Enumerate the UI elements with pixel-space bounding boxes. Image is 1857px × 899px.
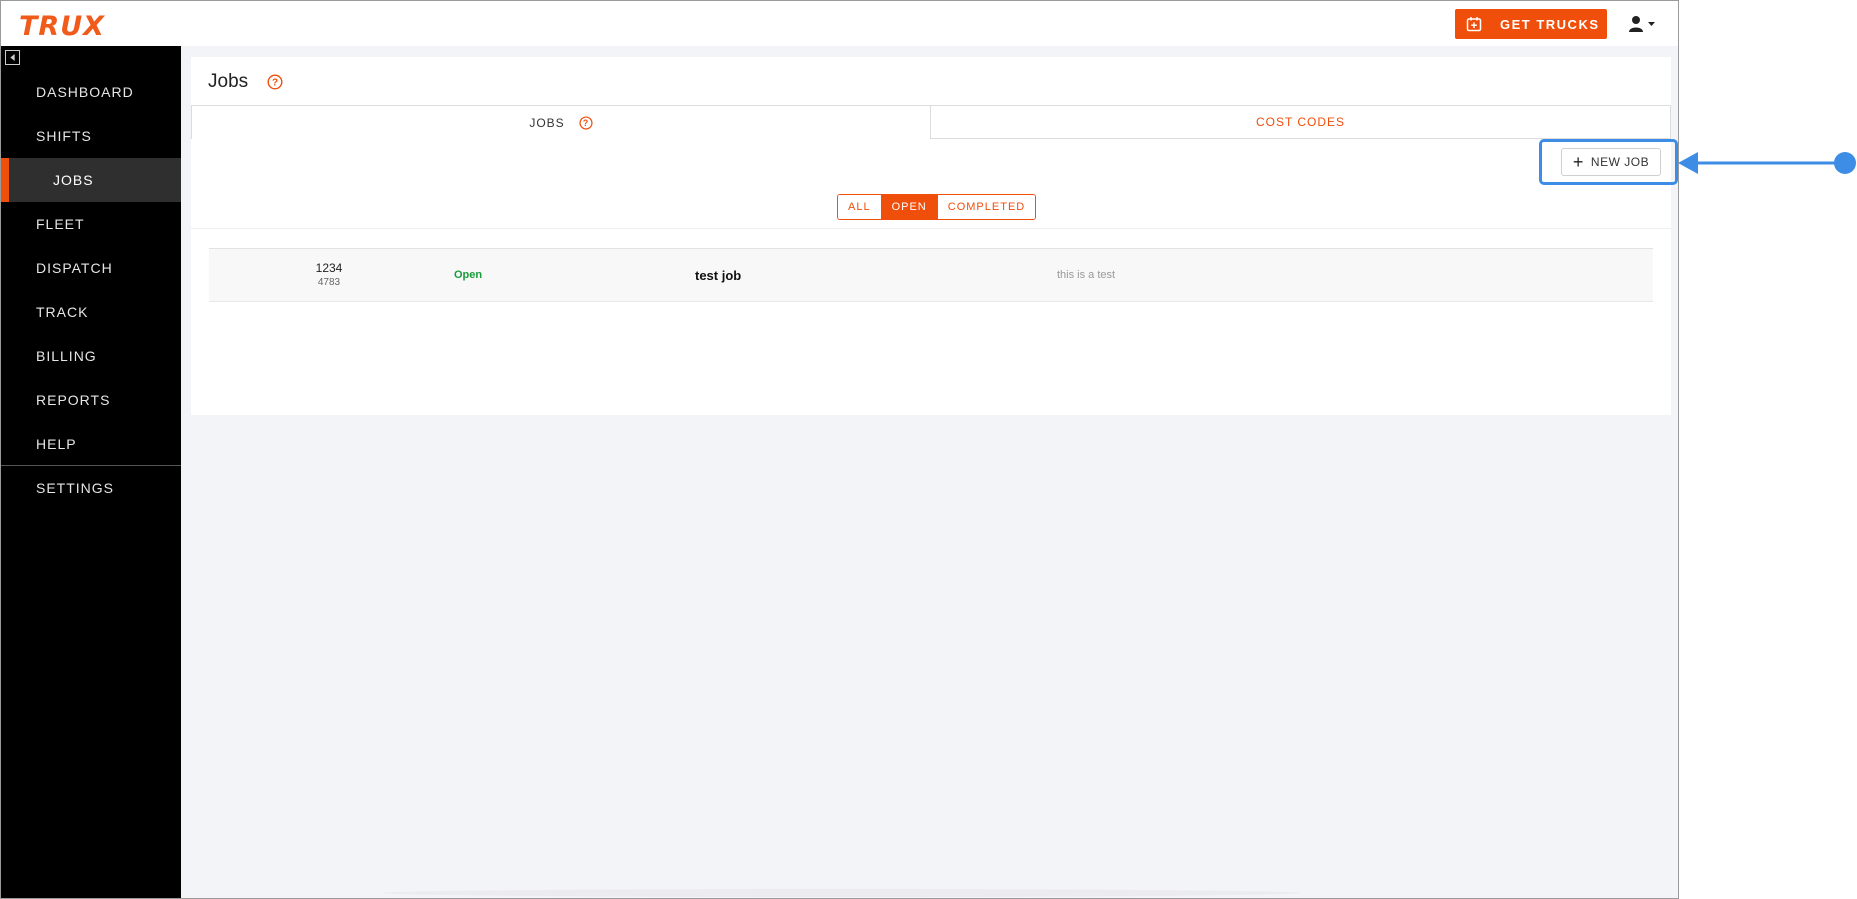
svg-text:?: ?: [583, 118, 589, 128]
calendar-plus-icon: [1466, 17, 1482, 32]
sidebar-item-label: JOBS: [53, 172, 94, 188]
job-description: this is a test: [1057, 269, 1116, 281]
help-question-icon[interactable]: ?: [579, 115, 593, 130]
sidebar-item-help[interactable]: HELP: [1, 422, 181, 466]
status-badge: Open: [454, 269, 483, 281]
job-number: 1234: [315, 261, 343, 275]
table-row[interactable]: 1234 4783 Open test job this is a test: [209, 248, 1653, 302]
tab-cost-codes-label: COST CODES: [1255, 115, 1346, 129]
sidebar-item-reports[interactable]: REPORTS: [1, 378, 181, 422]
sidebar: DASHBOARD SHIFTS JOBS FLEET DISPATCH TRA…: [1, 46, 181, 898]
sidebar-item-label: HELP: [36, 436, 77, 452]
user-menu-icon[interactable]: [1628, 15, 1660, 33]
sidebar-item-track[interactable]: TRACK: [1, 290, 181, 334]
sidebar-item-settings[interactable]: SETTINGS: [1, 466, 181, 510]
sidebar-item-label: BILLING: [36, 348, 97, 364]
filter-completed[interactable]: COMPLETED: [936, 195, 1036, 219]
sidebar-item-dispatch[interactable]: DISPATCH: [1, 246, 181, 290]
tab-jobs-label: JOBS: [529, 115, 565, 130]
get-trucks-label: GET TRUCKS: [1500, 16, 1600, 32]
job-sub-number: 4783: [317, 277, 341, 288]
sidebar-item-label: TRACK: [36, 304, 89, 320]
jobs-card: Jobs ? JOBS ? COST CODES + NEW JOB ALL O…: [191, 57, 1671, 415]
sidebar-item-shifts[interactable]: SHIFTS: [1, 114, 181, 158]
status-filter: ALL OPEN COMPLETED: [837, 194, 1037, 220]
trux-logo[interactable]: TRUX: [19, 11, 105, 42]
svg-text:?: ?: [272, 78, 278, 89]
help-question-icon[interactable]: ?: [267, 74, 283, 90]
app-window: TRUX GET TRUCKS DASHBOARD SHIFTS JOBS FL…: [0, 0, 1679, 899]
sidebar-item-label: SHIFTS: [36, 128, 92, 144]
filter-all[interactable]: ALL: [838, 195, 881, 219]
sidebar-item-label: DASHBOARD: [36, 84, 134, 100]
sidebar-item-jobs[interactable]: JOBS: [1, 158, 181, 202]
top-bar: TRUX GET TRUCKS: [1, 1, 1678, 46]
divider: [191, 228, 1671, 229]
sidebar-item-label: REPORTS: [36, 392, 111, 408]
sidebar-item-label: DISPATCH: [36, 260, 113, 276]
page-title: Jobs: [208, 71, 249, 92]
callout-arrow-icon: [1678, 152, 1856, 174]
tab-jobs[interactable]: JOBS ?: [191, 105, 931, 139]
sidebar-item-label: FLEET: [36, 216, 85, 232]
get-trucks-button[interactable]: GET TRUCKS: [1455, 9, 1607, 39]
job-name: test job: [695, 268, 742, 283]
sidebar-item-dashboard[interactable]: DASHBOARD: [1, 70, 181, 114]
bottom-shadow: [381, 889, 1301, 897]
filter-open[interactable]: OPEN: [880, 195, 937, 219]
collapse-left-icon[interactable]: [5, 50, 20, 65]
tab-cost-codes[interactable]: COST CODES: [930, 105, 1671, 139]
highlight-box: [1539, 139, 1678, 185]
sidebar-item-label: SETTINGS: [36, 480, 115, 496]
sidebar-item-billing[interactable]: BILLING: [1, 334, 181, 378]
sidebar-item-fleet[interactable]: FLEET: [1, 202, 181, 246]
